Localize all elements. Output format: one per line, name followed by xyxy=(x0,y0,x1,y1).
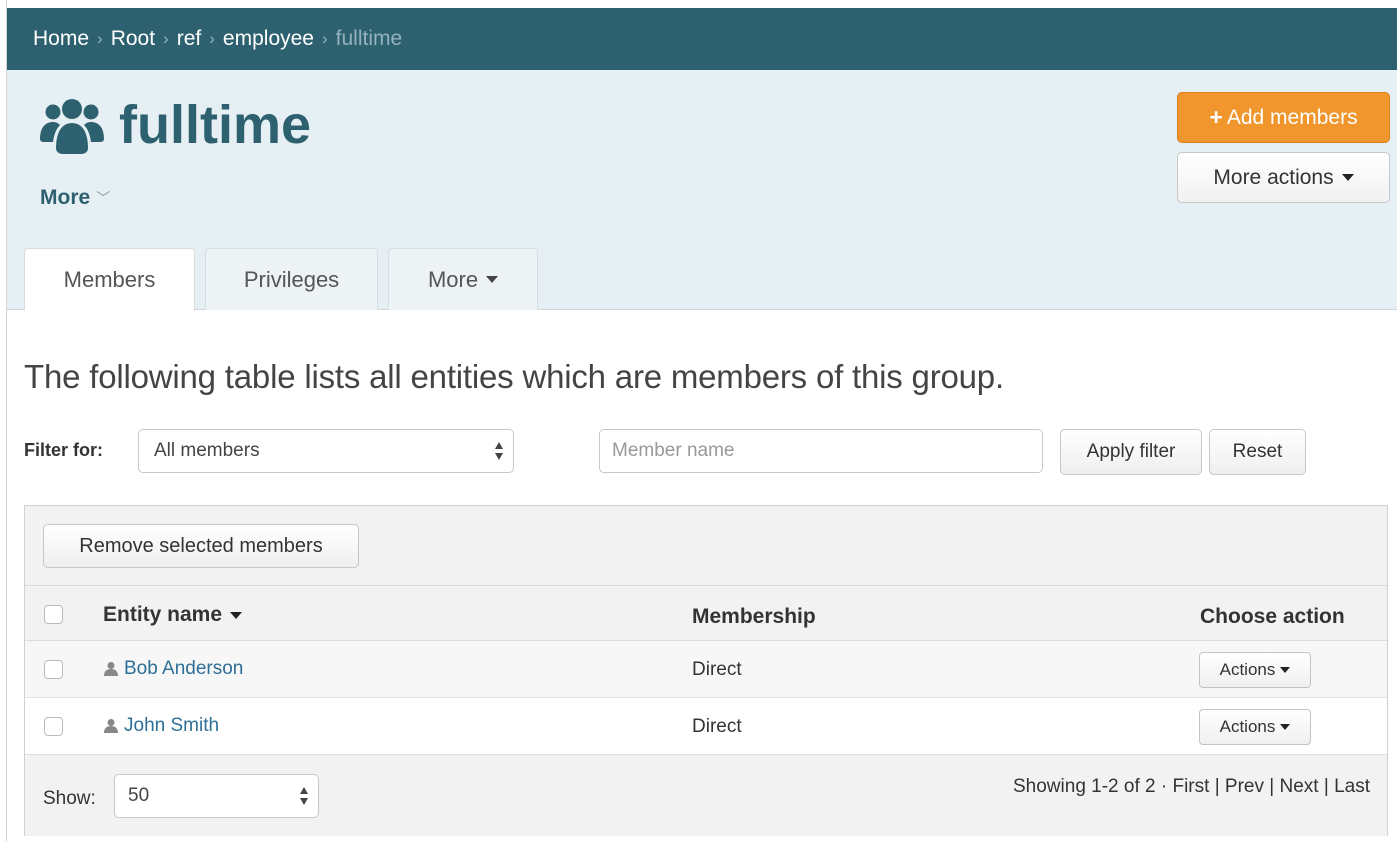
add-members-label: Add members xyxy=(1226,105,1358,129)
tab-privileges[interactable]: Privileges xyxy=(205,248,378,310)
member-type-select[interactable]: All members xyxy=(138,429,514,473)
breadcrumb-ref[interactable]: ref xyxy=(177,27,202,51)
page-size-select[interactable]: 50 xyxy=(114,774,319,818)
more-label: More xyxy=(40,186,91,209)
breadcrumb-separator: › xyxy=(321,29,328,48)
member-type-value: All members xyxy=(154,440,260,461)
select-arrows-icon xyxy=(300,787,308,805)
tab-more[interactable]: More xyxy=(388,248,538,310)
caret-down-icon xyxy=(486,276,499,283)
actions-label: Actions xyxy=(1219,660,1276,679)
caret-down-icon xyxy=(1280,724,1291,730)
select-arrows-icon xyxy=(495,442,503,460)
breadcrumb: Home › Root › ref › employee › fulltime xyxy=(7,8,1397,70)
table-row: Bob Anderson Direct Actions xyxy=(25,641,1387,698)
entity-link[interactable]: John Smith xyxy=(124,715,219,737)
choose-action-header: Choose action xyxy=(1200,605,1345,628)
entity-link[interactable]: Bob Anderson xyxy=(124,658,243,680)
pagination-divider: | xyxy=(1323,776,1329,797)
table-row: John Smith Direct Actions xyxy=(25,698,1387,755)
group-header: fulltime More ﹀ + Add members More actio… xyxy=(7,70,1397,311)
table-toolbar: Remove selected members xyxy=(25,506,1387,586)
breadcrumb-root[interactable]: Root xyxy=(111,27,155,51)
entity-name-header-label: Entity name xyxy=(103,603,223,626)
members-table-panel: Remove selected members Entity name Memb… xyxy=(24,505,1388,836)
add-members-button[interactable]: + Add members xyxy=(1177,92,1390,143)
entity-name-sort-header[interactable]: Entity name xyxy=(103,603,243,627)
page-next-link[interactable]: Next xyxy=(1280,776,1319,797)
page-title: fulltime xyxy=(119,95,312,155)
chevron-down-icon: ﹀ xyxy=(96,190,111,206)
page-last-link[interactable]: Last xyxy=(1334,776,1370,797)
table-header-row: Entity name Membership Choose action xyxy=(25,587,1387,641)
pagination-divider: | xyxy=(1214,776,1220,797)
page-first-link[interactable]: First xyxy=(1172,776,1209,797)
breadcrumb-current: fulltime xyxy=(335,27,403,50)
left-frame-border xyxy=(0,0,7,841)
pagination-divider: | xyxy=(1269,776,1275,797)
tab-bar: Members Privileges More xyxy=(24,248,548,311)
sort-caret-icon xyxy=(230,611,243,619)
pagination-summary: Showing 1-2 of 2 · xyxy=(1013,776,1168,797)
page-size-value: 50 xyxy=(128,785,150,806)
row-checkbox[interactable] xyxy=(44,660,63,679)
reset-button[interactable]: Reset xyxy=(1209,429,1306,475)
apply-filter-button[interactable]: Apply filter xyxy=(1060,429,1202,475)
member-name-input[interactable] xyxy=(599,429,1043,473)
breadcrumb-separator: › xyxy=(97,29,103,48)
row-actions-button[interactable]: Actions xyxy=(1199,709,1311,745)
select-all-checkbox[interactable] xyxy=(44,605,63,624)
title-block: fulltime xyxy=(39,92,311,158)
remove-selected-members-button[interactable]: Remove selected members xyxy=(43,524,359,568)
breadcrumb-separator: › xyxy=(209,29,215,48)
caret-down-icon xyxy=(1280,667,1291,673)
tab-more-label: More xyxy=(427,266,479,292)
membership-cell: Direct xyxy=(692,659,742,680)
plus-icon: + xyxy=(1209,104,1223,130)
filter-label: Filter for: xyxy=(24,440,103,460)
user-icon xyxy=(104,662,118,676)
more-actions-label: More actions xyxy=(1213,165,1334,189)
breadcrumb-employee[interactable]: employee xyxy=(223,27,314,51)
row-actions-button[interactable]: Actions xyxy=(1199,652,1311,688)
entity-name-cell: Bob Anderson xyxy=(103,658,243,680)
table-footer: Show: 50 Showing 1-2 of 2 · First | Prev… xyxy=(25,756,1387,836)
more-dropdown-toggle[interactable]: More ﹀ xyxy=(40,186,110,210)
breadcrumb-separator: › xyxy=(163,29,169,48)
more-actions-button[interactable]: More actions xyxy=(1177,152,1390,203)
breadcrumb-home[interactable]: Home xyxy=(33,27,89,51)
show-label: Show: xyxy=(43,788,96,809)
page-prev-link[interactable]: Prev xyxy=(1225,776,1264,797)
caret-down-icon xyxy=(1341,174,1354,181)
membership-cell: Direct xyxy=(692,716,742,737)
actions-label: Actions xyxy=(1219,717,1276,736)
row-checkbox[interactable] xyxy=(44,717,63,736)
entity-name-cell: John Smith xyxy=(103,715,219,737)
membership-header: Membership xyxy=(692,605,816,628)
tab-members[interactable]: Members xyxy=(24,248,195,311)
intro-text: The following table lists all entities w… xyxy=(24,358,1004,395)
pagination: Showing 1-2 of 2 · First | Prev | Next |… xyxy=(1013,776,1370,798)
users-group-icon xyxy=(40,99,104,154)
user-icon xyxy=(104,719,118,733)
